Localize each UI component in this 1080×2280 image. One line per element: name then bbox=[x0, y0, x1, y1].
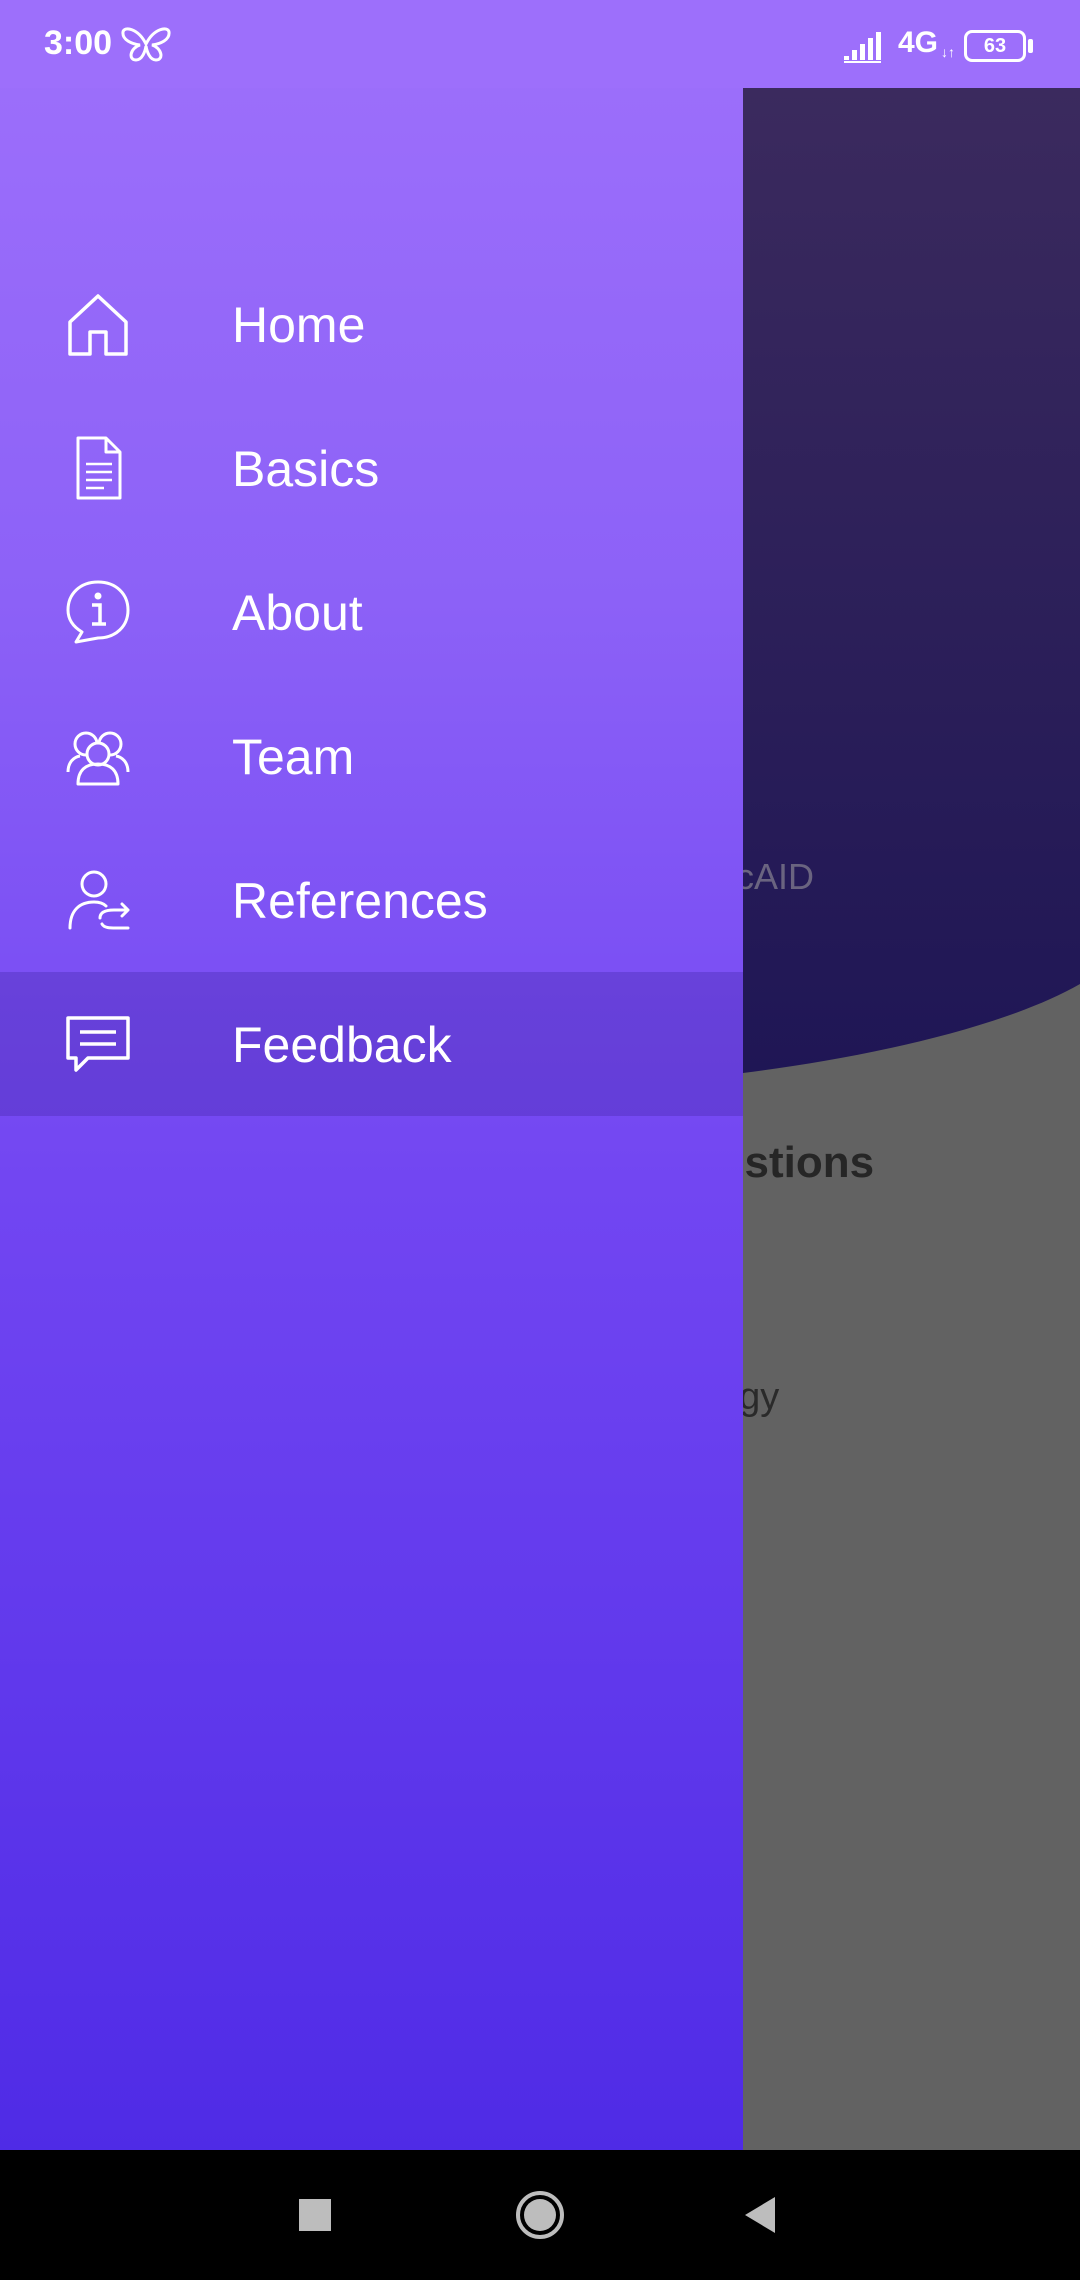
system-nav-bar bbox=[0, 2150, 1080, 2280]
recents-button[interactable] bbox=[280, 2180, 350, 2250]
back-button[interactable] bbox=[725, 2180, 795, 2250]
drawer-item-home[interactable]: Home bbox=[0, 252, 743, 396]
drawer-item-label: Feedback bbox=[232, 1017, 452, 1073]
document-icon bbox=[62, 436, 134, 500]
status-time: 3:00 bbox=[44, 24, 113, 62]
background-app-scrim[interactable]: ficAID estions ogy bbox=[743, 88, 1080, 2150]
drawer-item-basics[interactable]: Basics bbox=[0, 396, 743, 540]
drawer-menu: Home Basics About Team References Feedba… bbox=[0, 252, 743, 1116]
status-bar: 3:00 4G ↓↑ 63 bbox=[0, 0, 1080, 88]
drawer-item-feedback[interactable]: Feedback bbox=[0, 972, 743, 1116]
background-text-item: ogy bbox=[743, 1376, 780, 1418]
drawer-item-label: Team bbox=[232, 729, 355, 785]
drawer-item-team[interactable]: Team bbox=[0, 684, 743, 828]
drawer-item-label: Basics bbox=[232, 441, 380, 497]
team-icon bbox=[62, 724, 134, 788]
drawer-item-references[interactable]: References bbox=[0, 828, 743, 972]
drawer-item-about[interactable]: About bbox=[0, 540, 743, 684]
home-button[interactable] bbox=[505, 2180, 575, 2250]
network-activity: ↓↑ bbox=[941, 44, 955, 60]
battery-level: 63 bbox=[983, 35, 1007, 57]
battery-icon: 63 bbox=[964, 30, 1026, 62]
user-share-icon bbox=[62, 868, 134, 932]
signal-icon bbox=[844, 32, 881, 63]
butterfly-icon bbox=[121, 27, 171, 62]
navigation-drawer: Home Basics About Team References Feedba… bbox=[0, 0, 743, 2150]
home-icon bbox=[62, 292, 134, 356]
background-text-subtitle: ficAID bbox=[743, 856, 815, 897]
info-icon bbox=[62, 580, 134, 644]
drawer-item-label: Home bbox=[232, 297, 366, 353]
drawer-item-label: About bbox=[232, 585, 363, 641]
drawer-item-label: References bbox=[232, 873, 488, 929]
battery-cap bbox=[1028, 39, 1033, 53]
chat-icon bbox=[62, 1012, 134, 1076]
background-text-heading: estions bbox=[743, 1138, 875, 1187]
background-hero-curve bbox=[743, 88, 1080, 1073]
network-type: 4G bbox=[898, 26, 939, 59]
